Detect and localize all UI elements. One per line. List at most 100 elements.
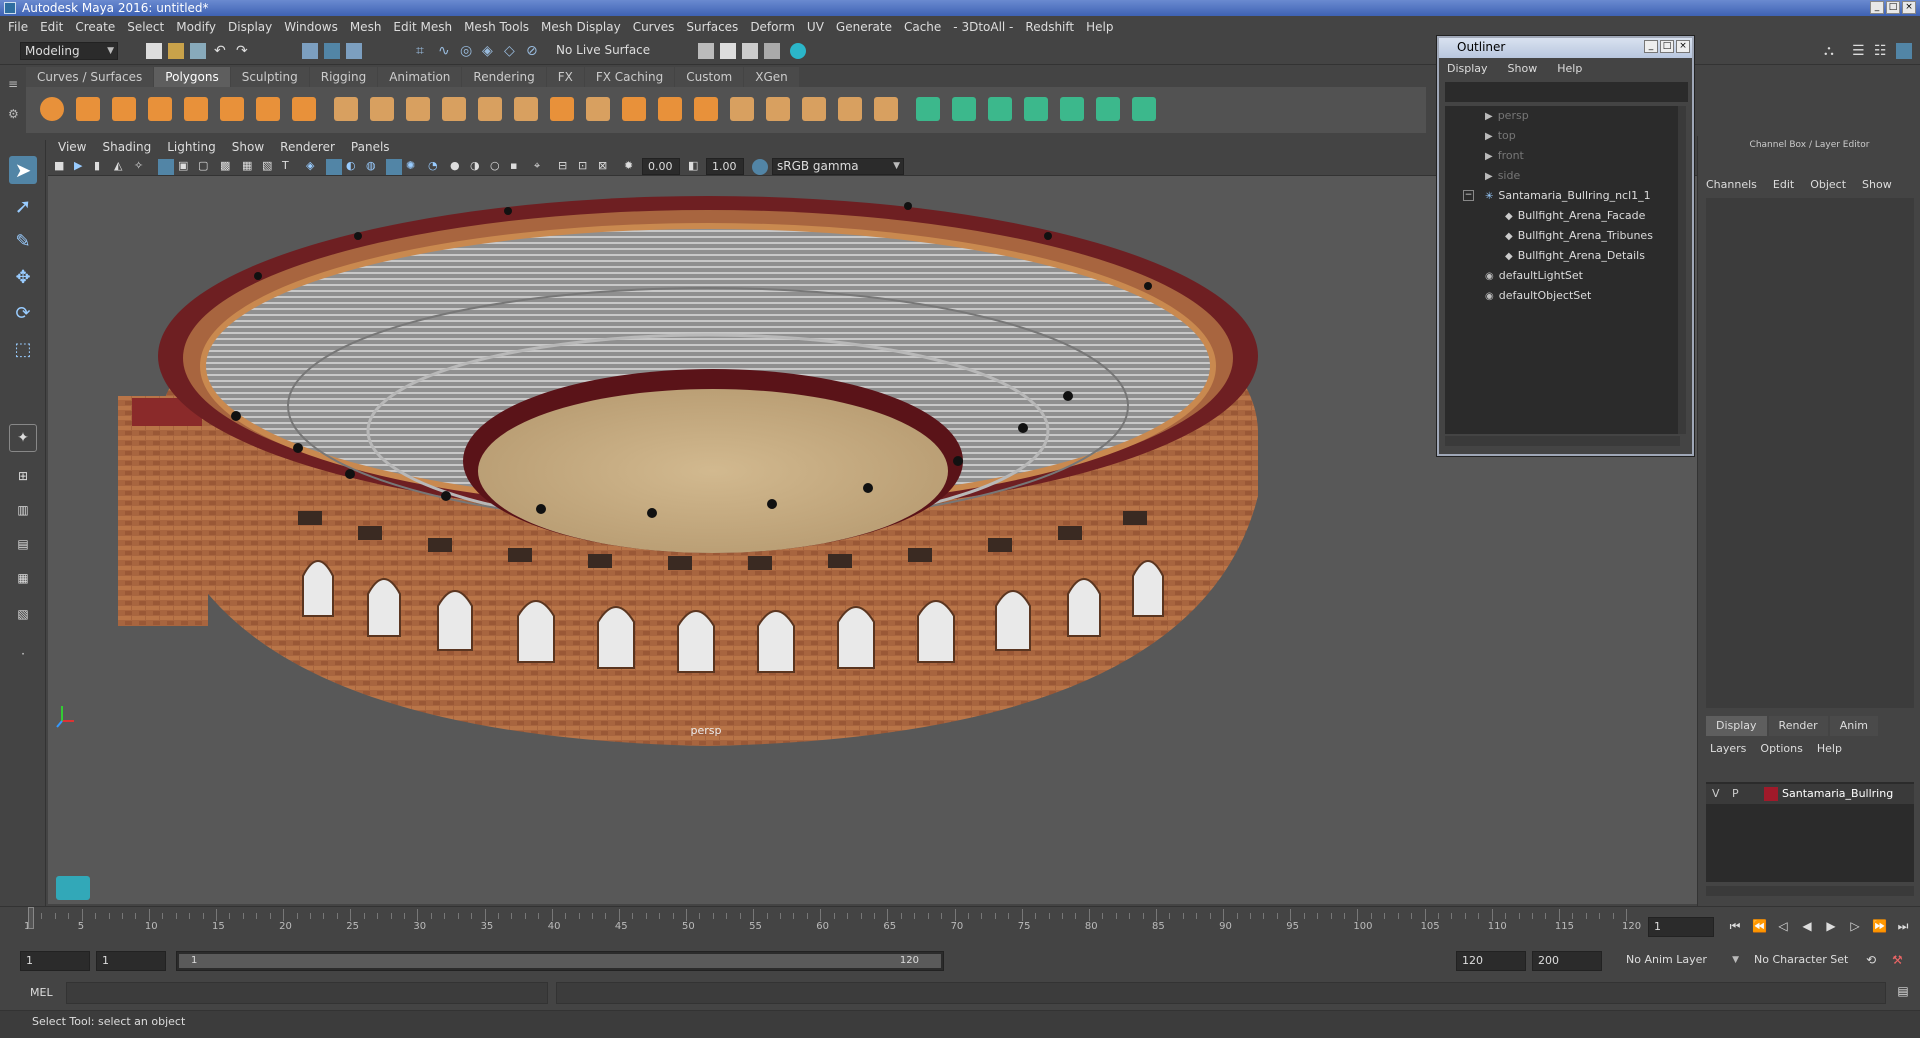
animation-start-field[interactable]: 1 [20, 951, 90, 971]
menu-uv[interactable]: UV [807, 20, 824, 34]
shelf-tab-animation[interactable]: Animation [378, 67, 462, 87]
backface-culling-icon[interactable]: ⊠ [598, 159, 614, 175]
collapse-icon[interactable] [874, 97, 898, 121]
automatic-map-icon[interactable] [1060, 97, 1084, 121]
menu-display[interactable]: Display [228, 20, 272, 34]
current-time-indicator[interactable] [28, 907, 34, 929]
isolate-select-icon[interactable]: ▪ [510, 159, 526, 175]
render-frame-icon[interactable] [720, 43, 736, 59]
snap-point-icon[interactable]: ◎ [460, 43, 476, 59]
safe-action-icon[interactable]: ▧ [262, 159, 278, 175]
motion-blur-icon[interactable]: ● [450, 159, 466, 175]
shelf-tab-rendering[interactable]: Rendering [462, 67, 546, 87]
scale-tool-icon[interactable]: ⬚ [9, 336, 37, 364]
range-slider-track[interactable]: 1 120 [176, 951, 944, 971]
render-settings-icon[interactable] [764, 43, 780, 59]
smooth-icon[interactable] [442, 97, 466, 121]
play-backwards-icon[interactable]: ◀ [1800, 919, 1814, 933]
script-language-label[interactable]: MEL [30, 986, 53, 999]
lasso-tool-icon[interactable]: ➚ [9, 192, 37, 220]
resolution-gate-icon[interactable]: ▢ [198, 159, 214, 175]
shelf-tab-xgen[interactable]: XGen [744, 67, 799, 87]
multi-cut-icon[interactable] [802, 97, 826, 121]
layer-tab-anim[interactable]: Anim [1829, 716, 1878, 736]
shelf-tab-curves-surfaces[interactable]: Curves / Surfaces [26, 67, 154, 87]
outliner-search-input[interactable] [1445, 82, 1688, 102]
outliner-minimize-button[interactable]: _ [1644, 40, 1658, 53]
safe-title-icon[interactable]: T [282, 159, 298, 175]
gamma-icon[interactable]: ◧ [688, 159, 704, 175]
menu-windows[interactable]: Windows [284, 20, 338, 34]
menu-select[interactable]: Select [127, 20, 164, 34]
animation-end-field[interactable]: 200 [1532, 951, 1602, 971]
spherical-map-icon[interactable] [1024, 97, 1048, 121]
multisample-aa-icon[interactable]: ◑ [470, 159, 486, 175]
poly-pipe-icon[interactable] [292, 97, 316, 121]
poly-sphere-icon[interactable] [40, 97, 64, 121]
bevel-edge-icon[interactable] [730, 97, 754, 121]
outliner-item[interactable]: ◆ Bullfight_Arena_Tribunes [1505, 226, 1653, 246]
textured-icon[interactable]: ◍ [366, 159, 382, 175]
auto-key-icon[interactable]: ⟲ [1866, 953, 1882, 969]
bevel-icon[interactable] [694, 97, 718, 121]
snap-view-plane-icon[interactable]: ◈ [482, 43, 498, 59]
field-chart-icon[interactable]: ▦ [242, 159, 258, 175]
menu-create[interactable]: Create [75, 20, 115, 34]
snap-curve-icon[interactable]: ∿ [438, 43, 454, 59]
shelf-settings-icon[interactable]: ⚙ [8, 107, 19, 121]
outliner-vscrollbar[interactable] [1678, 106, 1686, 434]
viewport-menu-view[interactable]: View [58, 140, 86, 154]
maximize-button[interactable]: □ [1886, 1, 1900, 14]
append-icon[interactable] [622, 97, 646, 121]
mode-dropdown[interactable]: Modeling ▼ [20, 42, 118, 60]
layout-options-icon[interactable]: · [9, 640, 37, 668]
current-frame-field[interactable]: 1 [1648, 917, 1714, 937]
channel-box-menu-channels[interactable]: Channels [1706, 178, 1757, 191]
fill-hole-icon[interactable] [658, 97, 682, 121]
camera-attributes-icon[interactable]: ▶ [74, 159, 90, 175]
menu-mesh-tools[interactable]: Mesh Tools [464, 20, 529, 34]
animation-preferences-icon[interactable]: ⚒ [1892, 953, 1908, 969]
poly-cylinder-icon[interactable] [112, 97, 136, 121]
shelf-tab-fx-caching[interactable]: FX Caching [584, 67, 675, 87]
poly-cone-icon[interactable] [148, 97, 172, 121]
outliner-item[interactable]: ◆ Bullfight_Arena_Details [1505, 246, 1645, 266]
shelf-tab-sculpting[interactable]: Sculpting [230, 67, 309, 87]
outliner-item[interactable]: ▶ front [1485, 146, 1524, 166]
outliner-item[interactable]: ◉ defaultObjectSet [1485, 286, 1591, 306]
poly-torus-icon[interactable] [220, 97, 244, 121]
four-view-layout-icon[interactable]: ⊞ [9, 462, 37, 490]
channel-box-menu-show[interactable]: Show [1862, 178, 1892, 191]
wireframe-on-shaded-icon[interactable]: ◐ [346, 159, 362, 175]
grid-toggle-icon[interactable] [158, 159, 174, 175]
cylindrical-map-icon[interactable] [988, 97, 1012, 121]
channel-box-menu-edit[interactable]: Edit [1773, 178, 1794, 191]
extrude-icon[interactable] [550, 97, 574, 121]
outliner-item[interactable]: − ✳ Santamaria_Bullring_ncl1_1 [1463, 186, 1651, 206]
two-d-pan-icon[interactable]: ✧ [134, 159, 150, 175]
separate-icon[interactable] [370, 97, 394, 121]
menu-surfaces[interactable]: Surfaces [686, 20, 738, 34]
tool-settings-icon[interactable]: ☷ [1874, 43, 1890, 59]
outliner-layout-icon[interactable]: ▤ [9, 530, 37, 558]
new-scene-icon[interactable] [146, 43, 162, 59]
image-plane-icon[interactable]: ◭ [114, 159, 130, 175]
shelf-tab-fx[interactable]: FX [546, 67, 584, 87]
layer-hscrollbar[interactable] [1706, 886, 1914, 896]
color-management-icon[interactable] [752, 159, 768, 175]
channel-box-menu-object[interactable]: Object [1810, 178, 1846, 191]
single-view-layout-icon[interactable]: ✦ [9, 424, 37, 452]
two-view-layout-icon[interactable]: ▥ [9, 496, 37, 524]
shadows-icon[interactable]: ✺ [406, 159, 422, 175]
layer-row[interactable]: V P Santamaria_Bullring [1706, 784, 1914, 804]
anim-layer-dropdown[interactable]: No Anim Layer ▼ [1622, 951, 1742, 971]
graph-layout-icon[interactable]: ▦ [9, 564, 37, 592]
menu-cache[interactable]: Cache [904, 20, 941, 34]
menu-edit-mesh[interactable]: Edit Mesh [393, 20, 452, 34]
select-camera-icon[interactable]: ■ [54, 159, 70, 175]
menu-mesh-display[interactable]: Mesh Display [541, 20, 621, 34]
viewport-menu-panels[interactable]: Panels [351, 140, 390, 154]
go-to-start-icon[interactable]: ⏮ [1728, 919, 1742, 933]
range-slider-bar[interactable]: 1 120 [179, 954, 941, 968]
layer-menu-options[interactable]: Options [1760, 742, 1802, 755]
